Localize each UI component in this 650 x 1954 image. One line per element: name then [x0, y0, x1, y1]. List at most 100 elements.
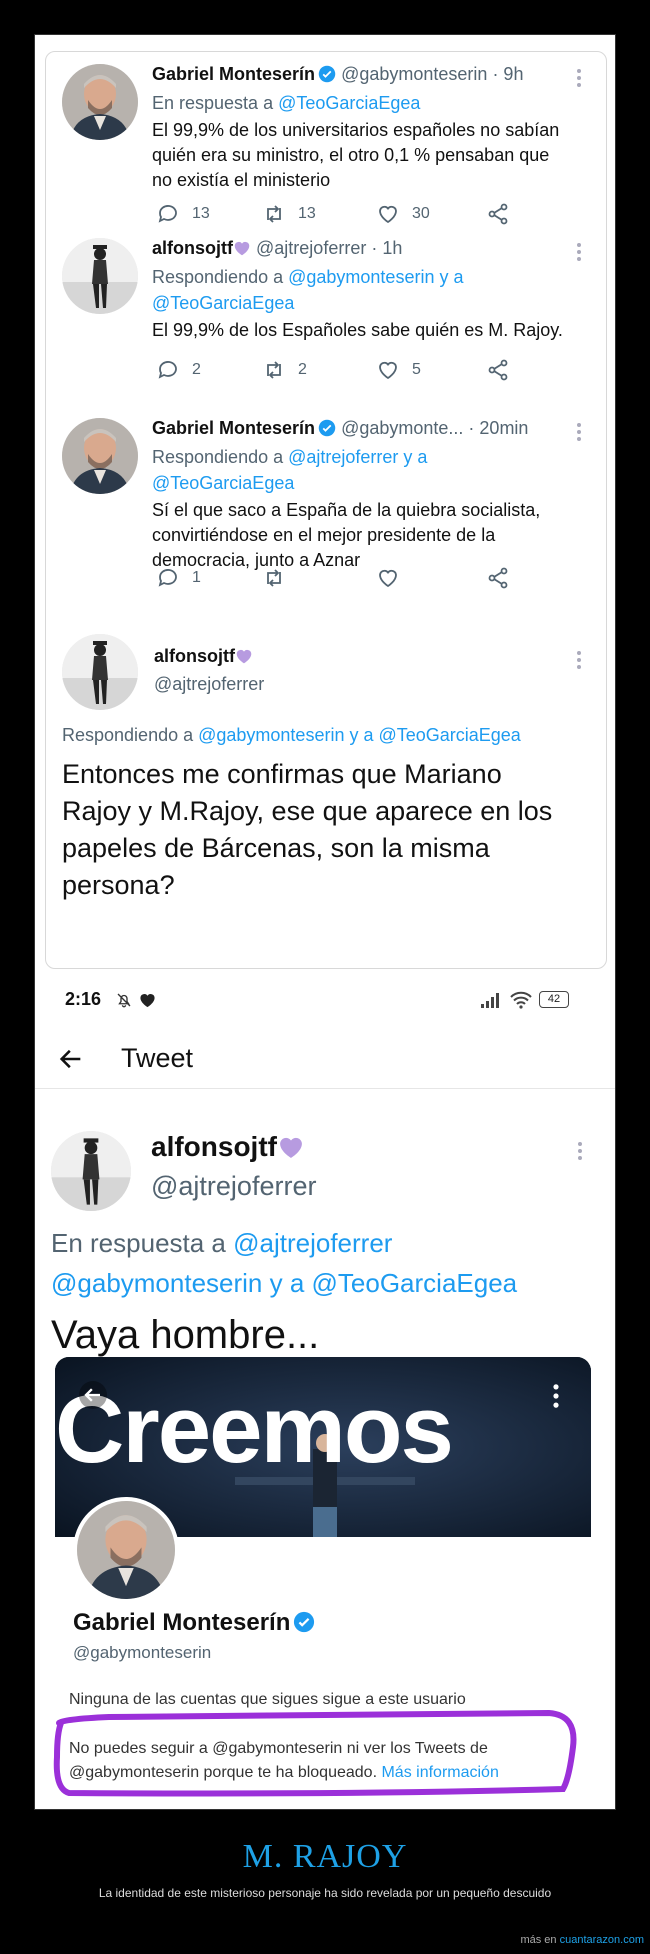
avatar[interactable] — [62, 238, 138, 314]
reply-context: Respondiendo a @gabymonteserin y a @TeoG… — [152, 264, 463, 316]
like-button[interactable]: 30 — [376, 202, 430, 226]
profile-handle[interactable]: @gabymonteserin — [73, 1643, 211, 1663]
share-icon — [488, 567, 508, 589]
retweet-button[interactable]: 2 — [262, 358, 307, 382]
tweet-author[interactable]: Gabriel Monteserín @gabymonte... · 20min — [152, 418, 528, 439]
battery-icon: 42 — [539, 991, 569, 1008]
tweet-time: · 20min — [468, 418, 529, 438]
author-handle[interactable]: @ajtrejoferrer — [151, 1171, 316, 1202]
more-options-icon[interactable] — [576, 242, 582, 262]
tweet-text-line: Rajoy y M.Rajoy, ese que aparece en los — [62, 796, 553, 826]
reply-prefix: Respondiendo a — [62, 725, 199, 745]
more-info-link[interactable]: Más información — [381, 1764, 498, 1781]
author-handle[interactable]: @ajtrejoferrer — [256, 238, 366, 258]
like-button[interactable]: 5 — [376, 358, 421, 382]
tweet-2[interactable]: alfonsojtf @ajtrejoferrer · 1h Respondie… — [46, 238, 606, 386]
reply-target-link[interactable]: @gabymonteserin y a @TeoGarciaEgea — [198, 725, 521, 745]
author-name[interactable]: alfonsojtf — [152, 238, 233, 258]
verified-badge-icon — [318, 419, 336, 437]
main-tweet[interactable]: alfonsojtf @ajtrejoferrer En respuesta a… — [35, 1095, 615, 1365]
profile-name[interactable]: Gabriel Monteserín — [73, 1609, 315, 1637]
more-options-icon[interactable] — [577, 1141, 583, 1161]
author-name-text[interactable]: alfonsojtf — [151, 1131, 277, 1162]
tweet-text-line: persona? — [62, 870, 175, 900]
tweet-4[interactable]: alfonsojtf @ajtrejoferrer Respondiendo a… — [46, 634, 606, 968]
more-options-icon[interactable] — [576, 68, 582, 88]
tweet-text-line: quién era su ministro, el otro 0,1 % pen… — [152, 145, 550, 165]
reply-button[interactable]: 1 — [156, 566, 201, 590]
reply-target-link[interactable]: @TeoGarciaEgea — [278, 93, 420, 113]
reply-count: 1 — [192, 569, 201, 586]
author-name[interactable]: Gabriel Monteserín — [152, 418, 315, 438]
tweet-text: Sí el que saco a España de la quiebra so… — [152, 498, 540, 573]
retweet-count: 2 — [298, 361, 307, 378]
battery-level: 42 — [547, 993, 561, 1005]
verified-badge-icon — [318, 65, 336, 83]
author-handle[interactable]: @gabymonteserin — [341, 64, 487, 84]
reply-icon — [158, 569, 177, 587]
reply-button[interactable]: 13 — [156, 202, 210, 226]
author-handle[interactable]: @gabymonte... — [341, 418, 463, 438]
status-bar: 2:16 42 — [35, 975, 615, 1027]
avatar-alfonso-icon — [62, 238, 138, 314]
more-options-icon[interactable] — [576, 422, 582, 442]
retweet-button[interactable] — [262, 566, 298, 590]
wifi-icon — [510, 991, 532, 1009]
reply-context: Respondiendo a @gabymonteserin y a @TeoG… — [62, 722, 521, 748]
tweet-author[interactable]: Gabriel Monteserín @gabymonteserin · 9h — [152, 64, 523, 85]
author-name[interactable]: alfonsojtf — [151, 1131, 305, 1163]
author-handle[interactable]: @ajtrejoferrer — [154, 674, 264, 695]
avatar-alfonso-icon — [51, 1131, 131, 1211]
profile-avatar[interactable] — [73, 1497, 179, 1603]
tweet-text: Entonces me confirmas que Mariano Rajoy … — [62, 756, 552, 904]
avatar[interactable] — [62, 64, 138, 140]
share-button[interactable] — [486, 358, 510, 382]
tweet-text-line: democracia, junto a Aznar — [152, 550, 361, 570]
reply-prefix: En respuesta a — [51, 1228, 234, 1258]
tweet-author[interactable]: alfonsojtf @ajtrejoferrer · 1h — [152, 238, 402, 259]
bell-off-icon — [117, 993, 131, 1008]
retweet-button[interactable]: 13 — [262, 202, 316, 226]
verified-badge-icon — [294, 1611, 315, 1633]
share-button[interactable] — [486, 202, 510, 226]
share-icon — [488, 359, 508, 381]
avatar[interactable] — [62, 634, 138, 710]
avatar-gabriel-icon — [62, 418, 138, 494]
author-name[interactable]: alfonsojtf — [154, 646, 253, 667]
profile-name-text[interactable]: Gabriel Monteserín — [73, 1609, 290, 1636]
meme-frame: Gabriel Monteserín @gabymonteserin · 9h … — [34, 34, 616, 1810]
tweet-text-line: papeles de Bárcenas, son la misma — [62, 833, 490, 863]
author-name-text[interactable]: alfonsojtf — [154, 646, 235, 666]
purple-heart-icon — [234, 241, 250, 256]
reply-target-link[interactable]: @ajtrejoferrer y a — [288, 447, 427, 467]
tweet-time: · 9h — [492, 64, 524, 84]
reply-target-link[interactable]: @gabymonteserin y a — [288, 267, 463, 287]
tweet-header: Tweet — [35, 1027, 615, 1089]
reply-prefix: Respondiendo a — [152, 447, 289, 467]
retweet-icon — [267, 205, 281, 223]
avatar[interactable] — [62, 418, 138, 494]
avatar[interactable] — [51, 1131, 131, 1211]
reply-target-link[interactable]: @TeoGarciaEgea — [152, 290, 463, 316]
author-name[interactable]: Gabriel Monteserín — [152, 64, 315, 84]
tweet-text-line: Sí el que saco a España de la quiebra so… — [152, 500, 541, 520]
purple-heart-icon — [280, 1137, 302, 1158]
share-icon — [488, 203, 508, 225]
signal-icon — [481, 993, 499, 1008]
more-options-icon[interactable] — [576, 650, 582, 670]
like-count: 5 — [412, 361, 421, 378]
share-button[interactable] — [486, 566, 510, 590]
reply-target-link[interactable]: @ajtrejoferrer — [233, 1228, 392, 1258]
tweet-1[interactable]: Gabriel Monteserín @gabymonteserin · 9h … — [46, 52, 606, 238]
tweet-3[interactable]: Gabriel Monteserín @gabymonte... · 20min… — [46, 418, 606, 594]
reply-button[interactable]: 2 — [156, 358, 201, 382]
tweet-text: Vaya hombre... — [51, 1313, 320, 1357]
like-button[interactable] — [376, 566, 412, 590]
tweet-text-line: El 99,9% de los universitarios españoles… — [152, 120, 560, 140]
reply-target-link[interactable]: @gabymonteserin y a @TeoGarciaEgea — [51, 1263, 517, 1303]
reply-target-link[interactable]: @TeoGarciaEgea — [152, 470, 427, 496]
avatar-gabriel-icon — [77, 1501, 175, 1599]
back-arrow-icon[interactable] — [57, 1045, 85, 1073]
reply-icon — [158, 361, 177, 379]
source-link[interactable]: cuantarazon.com — [560, 1934, 644, 1946]
